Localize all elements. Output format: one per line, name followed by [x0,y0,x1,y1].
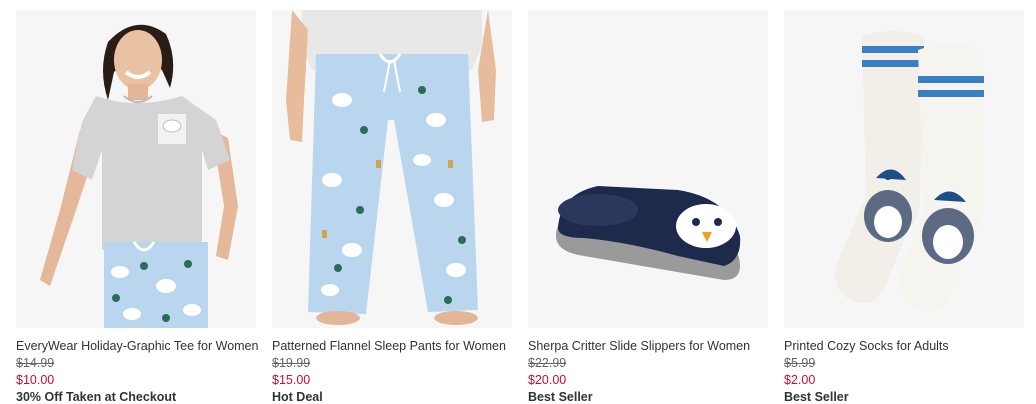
product-image[interactable] [528,10,768,328]
slipper-photo-icon [528,10,768,328]
product-name[interactable]: Sherpa Critter Slide Slippers for Women [528,339,768,353]
socks-photo-icon [784,10,1024,328]
promo-badge: Best Seller [528,390,593,404]
sale-price: $10.00 [16,373,55,387]
original-price: $19.99 [272,356,311,370]
sale-price: $2.00 [784,373,816,387]
sale-price: $15.00 [272,373,311,387]
original-price: $14.99 [16,356,55,370]
product-name[interactable]: Patterned Flannel Sleep Pants for Women [272,339,512,353]
product-image[interactable] [272,10,512,328]
promo-badge: 30% Off Taken at Checkout [16,390,177,404]
original-price: $22.99 [528,356,567,370]
product-card[interactable]: Patterned Flannel Sleep Pants for Women … [272,0,512,404]
promo-badge: Best Seller [784,390,849,404]
product-card[interactable]: Sherpa Critter Slide Slippers for Women … [528,0,768,404]
sale-price: $20.00 [528,373,567,387]
product-grid: EveryWear Holiday-Graphic Tee for Women … [16,0,1024,404]
product-name[interactable]: Printed Cozy Socks for Adults [784,339,1024,353]
product-image[interactable] [16,10,256,328]
product-name[interactable]: EveryWear Holiday-Graphic Tee for Women [16,339,258,353]
pants-photo-icon [272,10,512,328]
product-image[interactable] [784,10,1024,328]
product-card[interactable]: EveryWear Holiday-Graphic Tee for Women … [16,0,258,404]
original-price: $5.99 [784,356,816,370]
product-card[interactable]: Printed Cozy Socks for Adults $5.99 $2.0… [784,0,1024,404]
promo-badge: Hot Deal [272,390,323,404]
tee-photo-icon [16,10,256,328]
